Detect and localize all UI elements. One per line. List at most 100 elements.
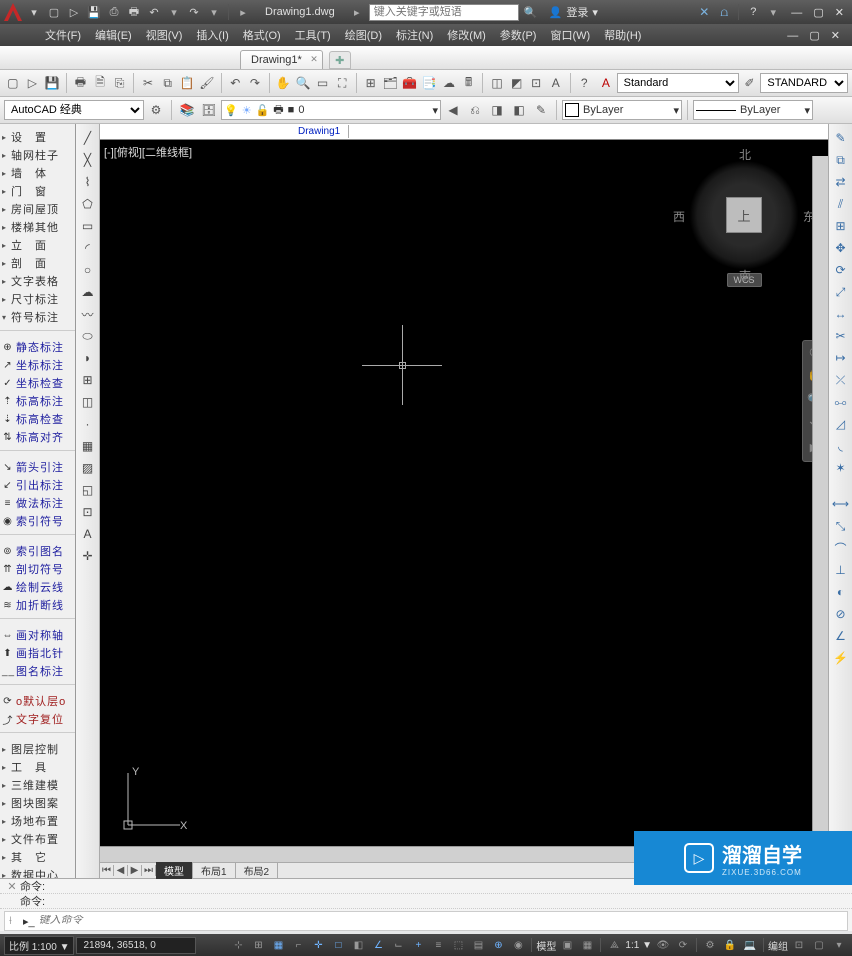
mtext-icon[interactable]: A [78,524,98,544]
tb-publish-icon[interactable]: ⎘ [111,73,129,93]
sb-qp-icon[interactable]: ▤ [469,936,487,954]
sb-otrack-icon[interactable]: ∠ [369,936,387,954]
tree-item[interactable]: ⇔画对称轴 [0,626,75,644]
layout-tab-2[interactable]: 布局2 [236,862,279,879]
tree-item[interactable]: ▸尺寸标注 [0,290,75,308]
arc-icon[interactable]: ◜ [78,238,98,258]
tree-item[interactable]: ▸工 具 [0,758,75,776]
sb-sc-icon[interactable]: ⊕ [489,936,507,954]
viewport-label[interactable]: [-][俯视][二维线框] [104,144,192,160]
sb-am-icon[interactable]: ◉ [509,936,527,954]
model-tab[interactable]: 模型 [156,862,193,879]
search-icon[interactable]: 🔍 [523,4,539,20]
sb-ortho-icon[interactable]: ⌐ [289,936,307,954]
color-combo[interactable]: ByLayer▾ [562,100,682,120]
tree-item[interactable]: ⊕静态标注 [0,338,75,356]
tb-markup-icon[interactable]: ☁ [440,73,458,93]
status-group[interactable]: 编组 [768,938,788,953]
tree-item[interactable]: ⇣标高检查 [0,410,75,428]
sb-3dosnap-icon[interactable]: ◧ [349,936,367,954]
extend-icon[interactable]: ↦ [831,348,851,368]
menu-param[interactable]: 参数(P) [493,24,544,46]
sb-snap-icon[interactable]: ⊞ [249,936,267,954]
trim-icon[interactable]: ✂ [831,326,851,346]
copy-icon[interactable]: ⧉ [831,150,851,170]
login-link[interactable]: 👤 登录 ▾ [549,4,598,20]
tb-redo-icon[interactable]: ↷ [246,73,264,93]
sb-tpy-icon[interactable]: ⬚ [449,936,467,954]
tree-item[interactable]: ⟳o默认层o [0,692,75,710]
new-tab-icon[interactable]: ✚ [329,51,351,69]
sb-osnap-icon[interactable]: □ [329,936,347,954]
layer-filter-icon[interactable]: 🗄 [199,100,219,120]
sb-annovis-icon[interactable]: 👁 [654,936,672,954]
tree-item[interactable]: ⤴文字复位 [0,710,75,728]
tree-item[interactable]: ≡做法标注 [0,494,75,512]
save-icon[interactable]: 💾 [86,4,102,20]
region-icon[interactable]: ◱ [78,480,98,500]
tb-quickcal-icon[interactable]: 🖩 [460,73,478,93]
tb-designctr-icon[interactable]: 🗂 [381,73,399,93]
dim-radius-icon[interactable]: ◐ [831,582,851,602]
tb-plotpreview-icon[interactable]: 🗎 [91,73,109,93]
layer-off-icon[interactable]: ◧ [509,100,529,120]
tree-item[interactable]: ⇅标高对齐 [0,428,75,446]
rotate-icon[interactable]: ⟳ [831,260,851,280]
tree-item[interactable]: ◉索引符号 [0,512,75,530]
tb-undo-icon[interactable]: ↶ [227,73,245,93]
dim-aligned-icon[interactable]: ⤡ [831,516,851,536]
tree-item[interactable]: ▸门 窗 [0,182,75,200]
close-tab-icon[interactable]: ✕ [310,54,318,65]
scale-icon[interactable]: ⤢ [831,282,851,302]
menu-draw[interactable]: 绘图(D) [338,24,389,46]
app-logo[interactable] [4,3,22,21]
polygon-icon[interactable]: ⬠ [78,194,98,214]
insert-icon[interactable]: ⊞ [78,370,98,390]
undo-icon[interactable]: ↶ [146,4,162,20]
layer-prev-icon[interactable]: ◀ [443,100,463,120]
tree-item[interactable]: ▸数据中心 [0,866,75,878]
tabnav-last-icon[interactable]: ⏭ [142,865,156,876]
layout-tab-1[interactable]: 布局1 [193,862,236,879]
tb-print-icon[interactable]: 🖶 [72,73,90,93]
sb-ducs-icon[interactable]: ⌙ [389,936,407,954]
tb-copy-icon[interactable]: ⧉ [159,73,177,93]
mirror-icon[interactable]: ⇄ [831,172,851,192]
revision-icon[interactable]: ☁ [78,282,98,302]
tree-item[interactable]: ▸图层控制 [0,740,75,758]
sb-lwt-icon[interactable]: ≡ [429,936,447,954]
tb-save-icon[interactable]: 💾 [43,73,61,93]
sb-annoauto-icon[interactable]: ⟳ [674,936,692,954]
text-style-combo[interactable]: Standard [617,73,739,93]
menu-tools[interactable]: 工具(T) [288,24,338,46]
break-icon[interactable]: ⤫ [831,370,851,390]
tree-item[interactable]: ▸墙 体 [0,164,75,182]
ts-dim-icon[interactable]: ✐ [741,73,759,93]
tree-item[interactable]: ▸轴网柱子 [0,146,75,164]
dim-quick-icon[interactable]: ⚡ [831,648,851,668]
viewcube[interactable]: 上 北 南 东 西 WCS [684,160,804,300]
tb-toolpal-icon[interactable]: 🧰 [401,73,419,93]
menu-view[interactable]: 视图(V) [139,24,190,46]
tree-item[interactable]: ☁绘制云线 [0,578,75,596]
dim-arc-icon[interactable]: ⌒ [831,538,851,558]
sb-clean-icon[interactable]: ▢ [810,936,828,954]
tb-open-icon[interactable]: ▷ [24,73,42,93]
sb-polar-icon[interactable]: ✛ [309,936,327,954]
cmd-pin-icon[interactable]: ✕ [4,880,20,893]
join-icon[interactable]: ⧟ [831,392,851,412]
tabnav-next-icon[interactable]: ▶ [128,865,142,876]
canvas-tab[interactable]: Drawing1 [290,125,349,138]
tree-item[interactable]: ↘箭头引注 [0,458,75,476]
dim-diam-icon[interactable]: ⊘ [831,604,851,624]
sb-ws-icon[interactable]: ⚙ [701,936,719,954]
point-icon[interactable]: · [78,414,98,434]
tb-props-icon[interactable]: ⊞ [362,73,380,93]
tb-mtext-icon[interactable]: A [547,73,565,93]
tabnav-prev-icon[interactable]: ◀ [114,865,128,876]
menu-help[interactable]: 帮助(H) [597,24,648,46]
tree-item[interactable]: ▸场地布置 [0,812,75,830]
tb-cut-icon[interactable]: ✂ [139,73,157,93]
tree-item[interactable]: ▸文件布置 [0,830,75,848]
saveas-icon[interactable]: ⎙ [106,4,122,20]
